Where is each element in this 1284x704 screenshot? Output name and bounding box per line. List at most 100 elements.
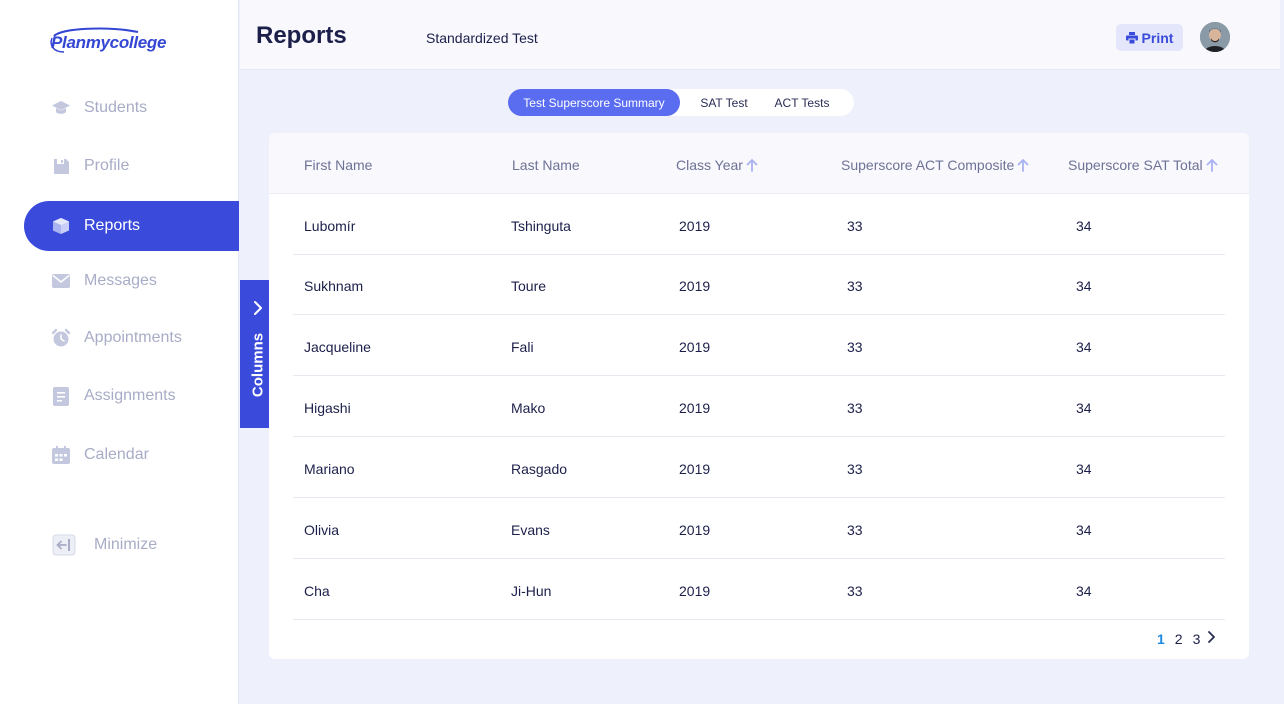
cell-first-name: Mariano — [304, 461, 355, 477]
cell-class-year: 2019 — [679, 583, 711, 599]
sidebar-item-label: Assignments — [84, 387, 176, 404]
cell-sat-total: 34 — [1076, 218, 1092, 234]
report-subtitle: Standardized Test — [426, 30, 538, 46]
printer-icon — [1125, 31, 1138, 44]
page-2-link[interactable]: 2 — [1175, 631, 1183, 647]
sidebar-item-label: Profile — [84, 157, 130, 174]
sidebar-item-profile[interactable]: Profile — [24, 141, 239, 191]
page-1-link[interactable]: 1 — [1157, 631, 1165, 647]
sidebar-item-calendar[interactable]: Calendar — [24, 430, 239, 480]
sidebar: Planmycollege Students Profile Reports M… — [0, 0, 239, 704]
envelope-icon — [50, 270, 72, 292]
page-title: Reports — [256, 22, 347, 49]
column-header-superscore-act[interactable]: Superscore ACT Composite — [841, 157, 1030, 173]
sidebar-item-assignments[interactable]: Assignments — [24, 371, 239, 421]
cell-last-name: Evans — [511, 522, 550, 538]
top-header: Reports Standardized Test Print — [240, 0, 1280, 70]
cell-act-composite: 33 — [847, 461, 863, 477]
table-header: First Name Last Name Class Year Supersco… — [269, 133, 1249, 194]
minimize-button[interactable]: Minimize — [24, 520, 239, 570]
tab-act-tests[interactable]: ACT Tests — [766, 89, 838, 116]
sidebar-item-reports[interactable]: Reports — [24, 201, 239, 251]
table-row[interactable]: Mariano Rasgado 2019 33 34 — [293, 437, 1225, 498]
column-header-last-name[interactable]: Last Name — [512, 157, 580, 173]
table-row[interactable]: Sukhnam Toure 2019 33 34 — [293, 254, 1225, 315]
table-row[interactable]: Olivia Evans 2019 33 34 — [293, 498, 1225, 559]
cell-class-year: 2019 — [679, 400, 711, 416]
sidebar-item-students[interactable]: Students — [24, 83, 239, 133]
sidebar-item-label: Messages — [84, 272, 157, 289]
sidebar-item-label: Calendar — [84, 446, 149, 463]
cell-class-year: 2019 — [679, 218, 711, 234]
next-page-chevron-icon[interactable] — [1206, 630, 1216, 647]
table-row[interactable]: Cha Ji-Hun 2019 33 34 — [293, 559, 1225, 620]
cell-first-name: Sukhnam — [304, 278, 364, 294]
calendar-icon — [50, 444, 72, 466]
cell-last-name: Ji-Hun — [511, 583, 552, 599]
sort-arrow-up-icon[interactable] — [1205, 158, 1219, 172]
cell-last-name: Toure — [511, 278, 547, 294]
cell-sat-total: 34 — [1076, 461, 1092, 477]
cell-act-composite: 33 — [847, 400, 863, 416]
column-header-first-name[interactable]: First Name — [304, 157, 372, 173]
cell-sat-total: 34 — [1076, 583, 1092, 599]
cell-sat-total: 34 — [1076, 278, 1092, 294]
sidebar-item-label: Students — [84, 99, 148, 116]
brand-logo[interactable]: Planmycollege — [48, 26, 178, 56]
avatar-portrait-icon — [1200, 22, 1230, 52]
column-header-superscore-sat[interactable]: Superscore SAT Total — [1068, 157, 1219, 173]
cell-class-year: 2019 — [679, 339, 711, 355]
cell-first-name: Cha — [304, 583, 330, 599]
cell-last-name: Mako — [511, 400, 546, 416]
table-row[interactable]: Lubomír Tshinguta 2019 33 34 — [293, 194, 1225, 255]
cube-icon — [50, 215, 72, 237]
cell-first-name: Jacqueline — [304, 339, 371, 355]
collapse-sidebar-icon — [50, 534, 78, 556]
columns-label: Columns — [249, 332, 267, 398]
cell-sat-total: 34 — [1076, 400, 1092, 416]
sidebar-item-appointments[interactable]: Appointments — [24, 313, 239, 363]
results-table: First Name Last Name Class Year Supersco… — [269, 133, 1249, 659]
column-header-label: Superscore ACT Composite — [841, 157, 1015, 173]
column-header-label: Class Year — [676, 157, 743, 173]
tab-sat-test[interactable]: SAT Test — [688, 89, 760, 116]
cell-class-year: 2019 — [679, 522, 711, 538]
cell-last-name: Tshinguta — [511, 218, 571, 234]
sort-arrow-up-icon[interactable] — [745, 158, 759, 172]
minimize-label: Minimize — [94, 536, 158, 553]
column-header-label: Superscore SAT Total — [1068, 157, 1203, 173]
tab-test-superscore-summary[interactable]: Test Superscore Summary — [508, 89, 680, 116]
cell-act-composite: 33 — [847, 278, 863, 294]
print-button[interactable]: Print — [1116, 24, 1183, 51]
cell-act-composite: 33 — [847, 339, 863, 355]
cell-class-year: 2019 — [679, 278, 711, 294]
pagination: 1 2 3 — [1157, 630, 1216, 647]
page-3-link[interactable]: 3 — [1193, 631, 1201, 647]
cell-class-year: 2019 — [679, 461, 711, 477]
cell-sat-total: 34 — [1076, 339, 1092, 355]
table-row[interactable]: Higashi Mako 2019 33 34 — [293, 376, 1225, 437]
cell-first-name: Lubomír — [304, 218, 356, 234]
cell-act-composite: 33 — [847, 583, 863, 599]
graduation-cap-icon — [50, 97, 72, 119]
save-icon — [50, 155, 72, 177]
sidebar-item-label: Reports — [84, 217, 141, 234]
cell-sat-total: 34 — [1076, 522, 1092, 538]
user-avatar[interactable] — [1200, 22, 1230, 52]
table-row[interactable]: Jacqueline Fali 2019 33 34 — [293, 315, 1225, 376]
cell-first-name: Olivia — [304, 522, 340, 538]
sort-arrow-up-icon[interactable] — [1016, 158, 1030, 172]
sidebar-item-messages[interactable]: Messages — [24, 256, 239, 306]
document-icon — [50, 385, 72, 407]
chevron-right-icon — [251, 300, 265, 321]
column-header-label: Last Name — [512, 157, 580, 173]
print-label: Print — [1141, 29, 1174, 46]
sidebar-item-label: Appointments — [84, 329, 182, 346]
report-tabs: Test Superscore Summary SAT Test ACT Tes… — [508, 89, 854, 116]
column-header-label: First Name — [304, 157, 373, 173]
cell-last-name: Fali — [511, 339, 534, 355]
cell-act-composite: 33 — [847, 522, 863, 538]
brand-name: Planmycollege — [51, 33, 167, 52]
column-header-class-year[interactable]: Class Year — [676, 157, 759, 173]
alarm-clock-icon — [50, 327, 72, 349]
